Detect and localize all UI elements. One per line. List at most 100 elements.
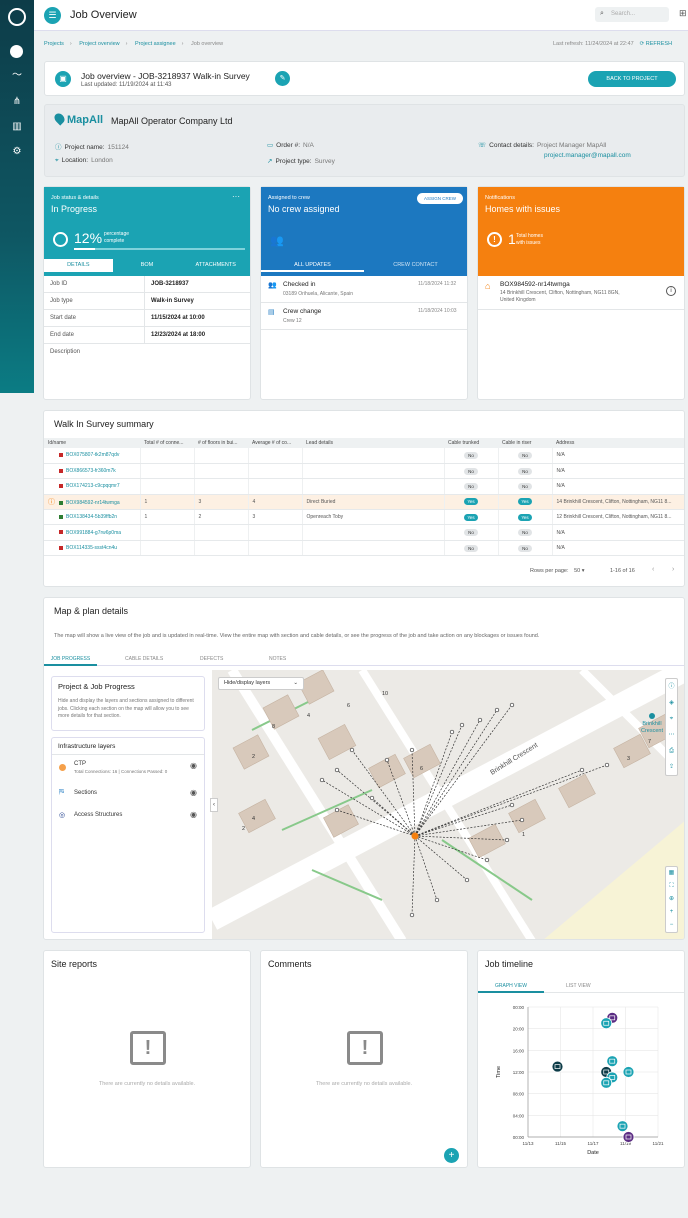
breadcrumb-project-overview[interactable]: Project overview (79, 41, 119, 47)
map-canvas[interactable]: Brinkhill Crescent Brinkhill Crescent 4 … (212, 670, 685, 940)
more-options-icon[interactable]: ··· (232, 192, 240, 201)
user-avatar-icon[interactable] (10, 45, 23, 58)
rows-per-page-select[interactable]: 50 (574, 568, 580, 574)
refresh-button[interactable]: ⟳ REFRESH (640, 41, 672, 47)
col-header[interactable]: Cable in riser (498, 438, 552, 448)
tab-notes[interactable]: NOTES (269, 656, 286, 662)
contact-email-link[interactable]: project.manager@mapall.com (544, 152, 631, 159)
tab-cable-details[interactable]: CABLE DETAILS (125, 656, 163, 662)
table-row[interactable]: ⓘ BOX984592-nr14twmga 1 3 4 Direct Buried Yes Y… (44, 494, 684, 511)
apps-grid-icon[interactable]: ⊞ (679, 8, 687, 19)
tab-job-progress[interactable]: JOB PROGRESS (44, 656, 97, 666)
print-tool-icon[interactable]: ⎙ (666, 743, 677, 759)
tab-details[interactable]: DETAILS (44, 259, 113, 272)
fullscreen-icon[interactable]: ⛶ (666, 880, 677, 893)
row-id[interactable]: BOX866573-fr360m7k (66, 468, 116, 474)
analytics-icon[interactable]: 〜 (10, 70, 24, 82)
row-id[interactable]: BOX114335-ssst4cn4u (66, 545, 117, 551)
connection-point[interactable] (509, 702, 515, 708)
search-input[interactable]: ⌕ Search... (595, 7, 669, 22)
timeline-point[interactable] (622, 1066, 635, 1078)
tab-all-updates[interactable]: ALL UPDATES (261, 259, 364, 272)
eye-icon[interactable]: ◉ (190, 810, 197, 819)
tab-crew-contact[interactable]: CREW CONTACT (364, 259, 467, 272)
row-id[interactable]: BOX174213-c9cpqqmr7 (66, 483, 120, 489)
connection-point[interactable] (477, 717, 483, 723)
edit-pencil-icon[interactable]: ✎ (275, 71, 290, 86)
next-page-icon[interactable]: › (672, 566, 674, 573)
pin-tool-icon[interactable]: ⌖ (666, 711, 677, 727)
connection-point[interactable] (464, 877, 470, 883)
map-icon[interactable]: ▥ (10, 121, 24, 133)
col-header[interactable]: Average # of co... (248, 438, 302, 448)
row-id[interactable]: BOX991884-g7rw6p0ma (66, 530, 121, 536)
connection-point[interactable] (449, 729, 455, 735)
qr-tool-icon[interactable]: ▦ (666, 867, 677, 880)
connection-point[interactable] (409, 912, 415, 918)
eye-icon[interactable]: ◉ (190, 788, 197, 797)
ctp-marker[interactable] (411, 832, 419, 840)
breadcrumb-project-assignee[interactable]: Project assignee (135, 41, 176, 47)
table-row[interactable]: BOX114335-ssst4cn4u No No N/A (44, 540, 684, 557)
layer-item-sections[interactable]: ⛿ Sections ◉ (52, 784, 204, 804)
info-tool-icon[interactable]: ⓘ (666, 679, 677, 695)
connection-point[interactable] (334, 767, 340, 773)
export-tool-icon[interactable]: ⇪ (666, 759, 677, 775)
layer-item-access-structures[interactable]: ◎ Access Structures ◉ (52, 806, 204, 826)
row-id[interactable]: BOX075807-tk2m87qdv (66, 452, 119, 458)
connection-point[interactable] (604, 762, 610, 768)
locate-icon[interactable]: ⊕ (666, 893, 677, 906)
more-tool-icon[interactable]: ⋯ (666, 727, 677, 743)
breadcrumb-projects[interactable]: Projects (44, 41, 64, 47)
collapse-panel-icon[interactable]: ‹ (210, 798, 218, 812)
update-item[interactable]: 👥 Checked in 03189 Orihuela, Alicante, S… (261, 276, 467, 303)
timeline-point[interactable] (616, 1120, 629, 1133)
timeline-point[interactable] (606, 1055, 619, 1068)
connection-point[interactable] (369, 795, 375, 801)
tab-defects[interactable]: DEFECTS (200, 656, 223, 662)
timeline-chart[interactable]: 00:0004:0008:0012:0016:0020:0000:0011/13… (478, 997, 684, 1167)
connection-point[interactable] (334, 807, 340, 813)
col-header[interactable]: Lead details (302, 438, 444, 448)
notification-item[interactable]: ⌂ BOX984592-nr14twmga 14 Brinkhill Cresc… (478, 276, 684, 310)
connection-point[interactable] (579, 767, 585, 773)
table-row[interactable]: BOX991884-g7rw6p0ma No No N/A (44, 524, 684, 541)
hierarchy-icon[interactable]: ⋔ (10, 96, 24, 108)
table-row[interactable]: BOX174213-c9cpqqmr7 No No N/A (44, 478, 684, 495)
layer-select[interactable]: Hide/display layers ⌄ (218, 677, 304, 690)
connection-point[interactable] (349, 747, 355, 753)
menu-icon[interactable]: ☰ (44, 7, 61, 24)
connection-point[interactable] (434, 897, 440, 903)
row-id[interactable]: BOX138434-5b39ffb2n (66, 514, 117, 520)
connection-point[interactable] (484, 857, 490, 863)
tab-graph-view[interactable]: GRAPH VIEW (478, 983, 544, 993)
col-header[interactable]: Cable trunked (444, 438, 498, 448)
timeline-point[interactable] (622, 1131, 635, 1143)
connection-point[interactable] (319, 777, 325, 783)
eye-icon[interactable]: ◉ (190, 761, 197, 770)
settings-gear-icon[interactable]: ⚙ (10, 146, 24, 158)
table-row[interactable]: BOX866573-fr360m7k No No N/A (44, 463, 684, 480)
col-header[interactable]: Address (552, 438, 684, 448)
info-icon[interactable]: i (666, 286, 676, 296)
assign-crew-button[interactable]: ASSIGN CREW (417, 193, 463, 204)
connection-point[interactable] (519, 817, 525, 823)
zoom-in-icon[interactable]: + (666, 906, 677, 919)
row-id[interactable]: BOX984592-nr14twmga (66, 500, 120, 506)
connection-point[interactable] (509, 802, 515, 808)
col-header[interactable]: Total # of conne... (140, 438, 194, 448)
table-row[interactable]: BOX138434-5b39ffb2n 1 2 3 Openreach Toby Yes Y… (44, 509, 684, 526)
add-comment-button[interactable]: + (444, 1148, 459, 1163)
col-header[interactable]: # of floors in bui... (194, 438, 248, 448)
connection-point[interactable] (504, 837, 510, 843)
timeline-point[interactable] (600, 1017, 613, 1030)
timeline-point[interactable] (600, 1076, 613, 1089)
table-row[interactable]: BOX075807-tk2m87qdv No No N/A (44, 448, 684, 464)
prev-page-icon[interactable]: ‹ (652, 566, 654, 573)
connection-point[interactable] (459, 722, 465, 728)
connection-point[interactable] (409, 747, 415, 753)
timeline-point[interactable] (551, 1060, 564, 1073)
zoom-out-icon[interactable]: − (666, 919, 677, 932)
contact-email[interactable]: project.manager@mapall.com (544, 152, 631, 159)
back-to-project-button[interactable]: BACK TO PROJECT (588, 71, 676, 87)
